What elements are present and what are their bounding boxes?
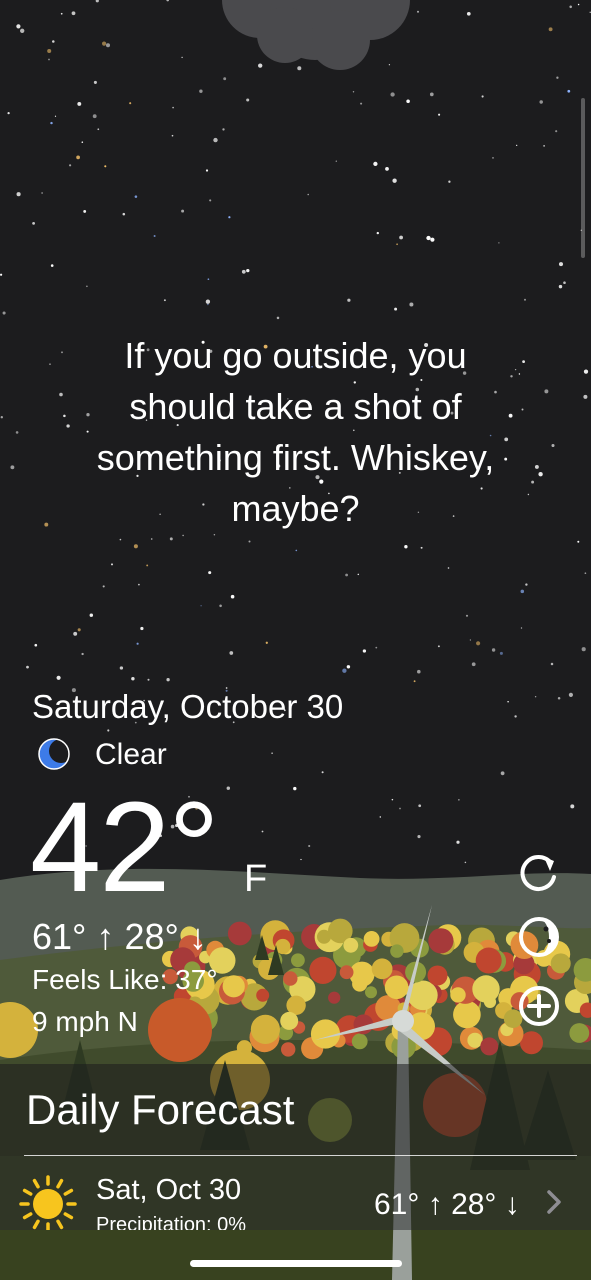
home-indicator[interactable] bbox=[190, 1260, 402, 1267]
forecast-high-low: 61° ↑ 28° ↓ bbox=[374, 1188, 520, 1222]
up-arrow-icon: ↑ bbox=[96, 916, 115, 957]
down-arrow-icon: ↓ bbox=[188, 916, 207, 957]
quote-line: something first. Whiskey, bbox=[96, 437, 495, 478]
forecast-date: Sat, Oct 30 bbox=[96, 1174, 242, 1206]
add-location-button[interactable] bbox=[516, 983, 562, 1029]
weather-quote: If you go outside, you should take a sho… bbox=[40, 330, 551, 534]
sun-icon bbox=[19, 1175, 77, 1230]
high-temp: 61° bbox=[32, 916, 87, 957]
wind-speed: 9 mph N bbox=[32, 1006, 138, 1037]
forecast-high: 61° bbox=[374, 1188, 420, 1221]
up-arrow-icon: ↑ bbox=[427, 1188, 443, 1221]
current-temperature: 42° bbox=[30, 776, 220, 919]
add-icon bbox=[519, 986, 559, 1026]
forecast-low: 28° bbox=[451, 1188, 497, 1221]
daily-forecast-header: Daily Forecast bbox=[0, 1064, 591, 1156]
feels-like: Feels Like: 37° bbox=[32, 964, 218, 995]
temperature-unit[interactable]: F bbox=[244, 858, 267, 901]
quote-line: maybe? bbox=[231, 488, 360, 529]
moon-phase-icon bbox=[519, 917, 559, 957]
quote-line: If you go outside, you bbox=[124, 335, 467, 376]
condition-label: Clear bbox=[95, 738, 167, 771]
down-arrow-icon: ↓ bbox=[504, 1188, 520, 1221]
section-title: Daily Forecast bbox=[26, 1086, 295, 1133]
current-date: Saturday, October 30 bbox=[32, 688, 344, 725]
quote-line: should take a shot of bbox=[129, 386, 462, 427]
moon-icon bbox=[38, 738, 72, 770]
chevron-right-icon bbox=[547, 1190, 561, 1214]
forecast-precipitation: Precipitation: 0% bbox=[96, 1214, 247, 1230]
moon-phase-button[interactable] bbox=[516, 914, 562, 960]
low-temp: 28° bbox=[124, 916, 179, 957]
refresh-icon bbox=[520, 855, 556, 891]
refresh-button[interactable] bbox=[516, 849, 562, 895]
forecast-row[interactable]: Sat, Oct 30 Precipitation: 0% 61° ↑ 28° … bbox=[0, 1156, 591, 1230]
high-low: 61° ↑ 28° ↓ bbox=[32, 916, 207, 958]
